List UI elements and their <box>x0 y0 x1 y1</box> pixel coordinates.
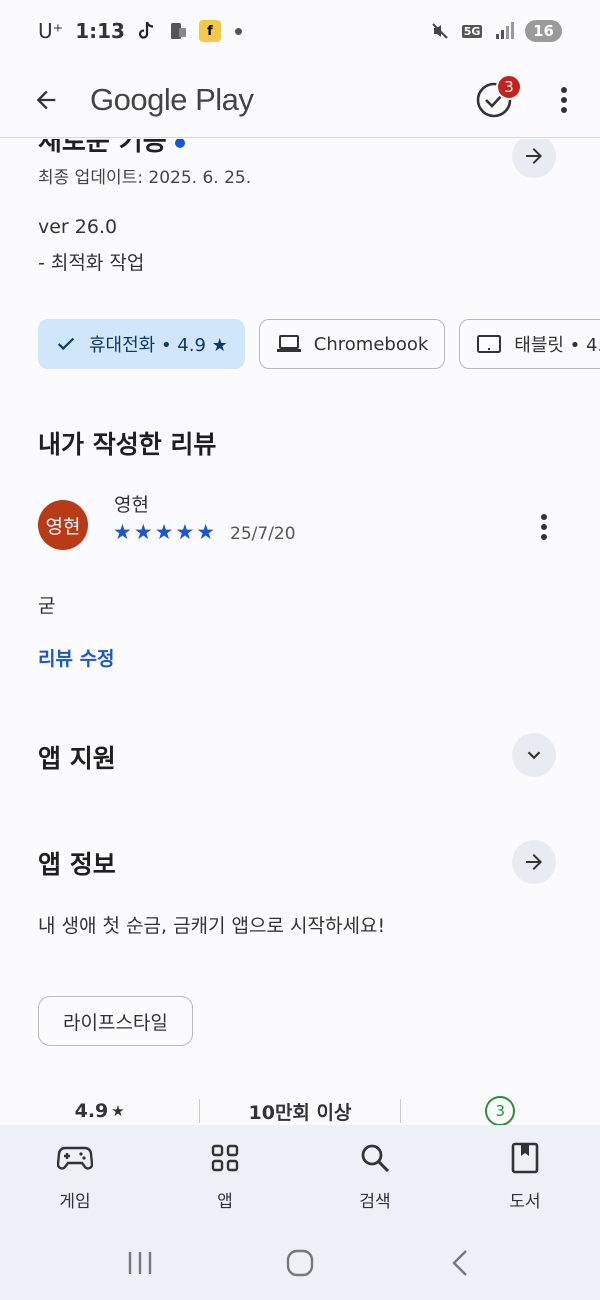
laptop-icon <box>276 335 301 352</box>
nav-books[interactable]: 도서 <box>450 1125 600 1225</box>
back-button[interactable] <box>24 78 68 122</box>
more-options-button[interactable] <box>552 78 576 122</box>
content-rating-badge: 3 <box>485 1096 516 1125</box>
chevron-down-icon <box>527 751 541 760</box>
home-icon <box>286 1249 314 1276</box>
updates-button[interactable]: 3 <box>472 73 522 122</box>
nav-label: 검색 <box>359 1192 391 1212</box>
nav-games[interactable]: 게임 <box>0 1125 150 1225</box>
clock: 1:13 <box>75 19 125 43</box>
chevron-left-icon <box>452 1249 467 1276</box>
review-author: 영현 <box>114 494 149 516</box>
status-right: 5G 16 <box>429 20 562 42</box>
review-date: 25/7/20 <box>230 524 296 544</box>
category-tag[interactable]: 라이프스타일 <box>38 996 193 1046</box>
apps-grid-icon <box>205 1141 245 1175</box>
avatar: 영현 <box>38 500 88 550</box>
network-5g-icon: 5G <box>461 20 483 42</box>
bottom-nav: 게임 앱 검색 도서 <box>0 1125 600 1225</box>
nav-label: 게임 <box>59 1192 91 1212</box>
more-notifications-dot <box>234 27 242 35</box>
last-updated-text: 최종 업데이트: 2025. 6. 25. <box>38 168 252 188</box>
stat-downloads: 10만회 이상 <box>248 1101 352 1124</box>
chip-tablet[interactable]: 태블릿 • 4.9 ★ <box>459 319 600 369</box>
app-support-heading[interactable]: 앱 지원 <box>38 739 116 775</box>
more-vert-icon <box>541 514 547 540</box>
app-details-content[interactable]: 새로운 기능 최종 업데이트: 2025. 6. 25. ver 26.0 - … <box>0 139 600 1125</box>
google-play-logo: Google Play <box>90 81 254 117</box>
app-support-expand-button[interactable] <box>512 733 556 777</box>
nav-label: 도서 <box>509 1192 541 1212</box>
recents-icon <box>128 1251 152 1274</box>
stat-rating: 4.9 ★ <box>0 1100 199 1122</box>
status-left: U⁺ 1:13 f <box>38 19 242 43</box>
app-notification-icon: f <box>198 20 221 42</box>
nav-search[interactable]: 검색 <box>300 1125 450 1225</box>
my-review-heading: 내가 작성한 리뷰 <box>38 430 217 459</box>
app-description: 내 생애 첫 순금, 금캐기 앱으로 시작하세요! <box>38 915 386 937</box>
home-button[interactable] <box>270 1243 330 1283</box>
chip-label: 휴대전화 • 4.9 ★ <box>89 335 228 356</box>
signal-icon <box>493 20 515 42</box>
release-note: - 최적화 작업 <box>38 252 145 274</box>
carrier-label: U⁺ <box>38 19 64 43</box>
app-bar: Google Play 3 <box>0 62 600 138</box>
whats-new-heading: 새로운 기능 <box>38 139 185 158</box>
system-back-button[interactable] <box>430 1243 490 1283</box>
review-more-button[interactable] <box>530 507 558 547</box>
gamepad-icon <box>55 1141 95 1175</box>
chip-phone[interactable]: 휴대전화 • 4.9 ★ <box>38 319 245 369</box>
nav-apps[interactable]: 앱 <box>150 1125 300 1225</box>
notification-badge: 3 <box>496 73 522 100</box>
edit-review-link[interactable]: 리뷰 수정 <box>38 644 115 671</box>
arrow-back-icon <box>36 90 56 109</box>
app-bar-actions: 3 <box>472 73 576 122</box>
nav-label: 앱 <box>217 1192 233 1212</box>
app-info-heading[interactable]: 앱 정보 <box>38 845 116 881</box>
tablet-icon <box>477 335 502 353</box>
version-text: ver 26.0 <box>38 216 118 238</box>
stat-content-rating: 3 <box>401 1096 600 1125</box>
rating-value: 4.9 <box>74 1100 109 1122</box>
app-info-arrow-button[interactable] <box>512 840 556 884</box>
tiktok-icon <box>135 20 157 42</box>
more-vert-icon <box>561 86 567 113</box>
search-icon <box>355 1141 395 1175</box>
recents-button[interactable] <box>110 1243 170 1283</box>
review-body: 굳 <box>38 595 56 617</box>
book-icon <box>505 1141 545 1175</box>
device-chips: 휴대전화 • 4.9 ★ Chromebook 태블릿 • 4.9 ★ <box>38 319 600 369</box>
rating-star-icon: ★ <box>111 1102 125 1120</box>
app-stats: 4.9 ★ 10만회 이상 3 <box>0 1096 600 1125</box>
chip-label: Chromebook <box>313 333 429 355</box>
whats-new-title: 새로운 기능 <box>38 139 167 157</box>
battery-indicator: 16 <box>525 20 562 42</box>
check-icon <box>57 337 75 351</box>
mute-icon <box>429 20 451 42</box>
new-indicator-dot <box>174 139 185 148</box>
status-bar: U⁺ 1:13 f 5G 16 <box>0 0 600 62</box>
chip-chromebook[interactable]: Chromebook <box>258 319 446 369</box>
device-icon <box>167 20 189 42</box>
arrow-forward-icon <box>526 854 542 870</box>
network-label: 5G <box>461 24 483 38</box>
chip-label: 태블릿 • 4.9 ★ <box>514 335 600 356</box>
arrow-forward-icon <box>526 148 542 164</box>
review-stars: ★★★★★ <box>113 520 218 544</box>
system-nav-bar <box>0 1225 600 1300</box>
whats-new-arrow-button[interactable] <box>512 139 556 178</box>
